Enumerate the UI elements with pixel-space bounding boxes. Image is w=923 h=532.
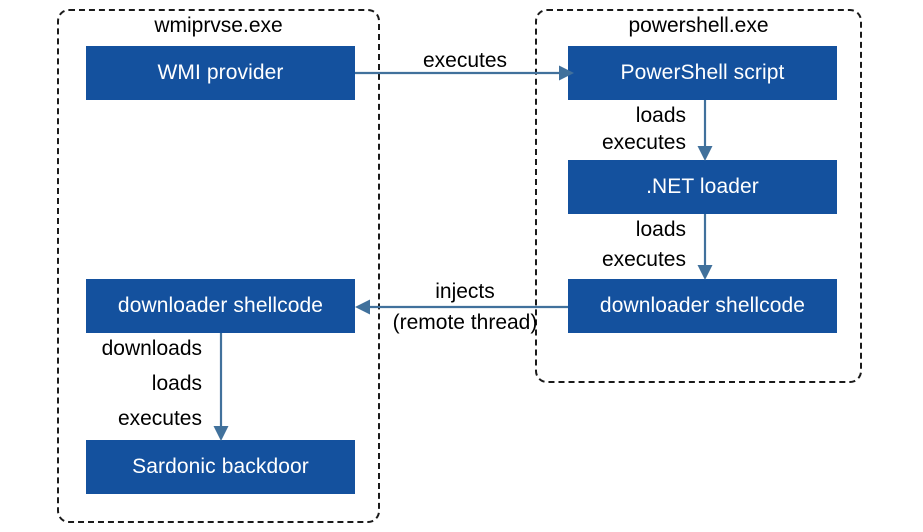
node-downloader-shellcode-right[interactable]: downloader shellcode bbox=[568, 279, 837, 333]
node-powershell-script[interactable]: PowerShell script bbox=[568, 46, 837, 100]
node-net-loader[interactable]: .NET loader bbox=[568, 160, 837, 214]
edge-label-executes: executes bbox=[422, 49, 508, 72]
edge-label-remote-thread: (remote thread) bbox=[392, 311, 538, 334]
node-downloader-shellcode-right-label: downloader shellcode bbox=[599, 294, 806, 317]
edge-label-downloads: downloads bbox=[101, 337, 202, 360]
node-sardonic-backdoor[interactable]: Sardonic backdoor bbox=[86, 440, 355, 494]
node-wmi-provider-label: WMI provider bbox=[157, 61, 284, 84]
edge-label-loads-2: loads bbox=[635, 218, 686, 241]
node-downloader-shellcode-left-label: downloader shellcode bbox=[117, 294, 324, 317]
diagram-canvas: wmiprvse.exe WMI provider downloader she… bbox=[0, 0, 923, 532]
process-container-wmiprvse-title: wmiprvse.exe bbox=[154, 14, 283, 37]
edge-label-loads-1: loads bbox=[635, 104, 686, 127]
edge-label-injects: injects bbox=[435, 280, 495, 303]
edge-label-executes-3: executes bbox=[117, 407, 202, 430]
process-container-powershell-title: powershell.exe bbox=[628, 14, 769, 37]
node-sardonic-backdoor-label: Sardonic backdoor bbox=[132, 455, 309, 478]
node-net-loader-label: .NET loader bbox=[646, 175, 759, 198]
edge-label-loads-3: loads bbox=[151, 372, 202, 395]
node-powershell-script-label: PowerShell script bbox=[620, 61, 785, 84]
edge-label-executes-1: executes bbox=[601, 131, 686, 154]
edge-label-executes-2: executes bbox=[601, 248, 686, 271]
node-wmi-provider[interactable]: WMI provider bbox=[86, 46, 355, 100]
node-downloader-shellcode-left[interactable]: downloader shellcode bbox=[86, 279, 355, 333]
